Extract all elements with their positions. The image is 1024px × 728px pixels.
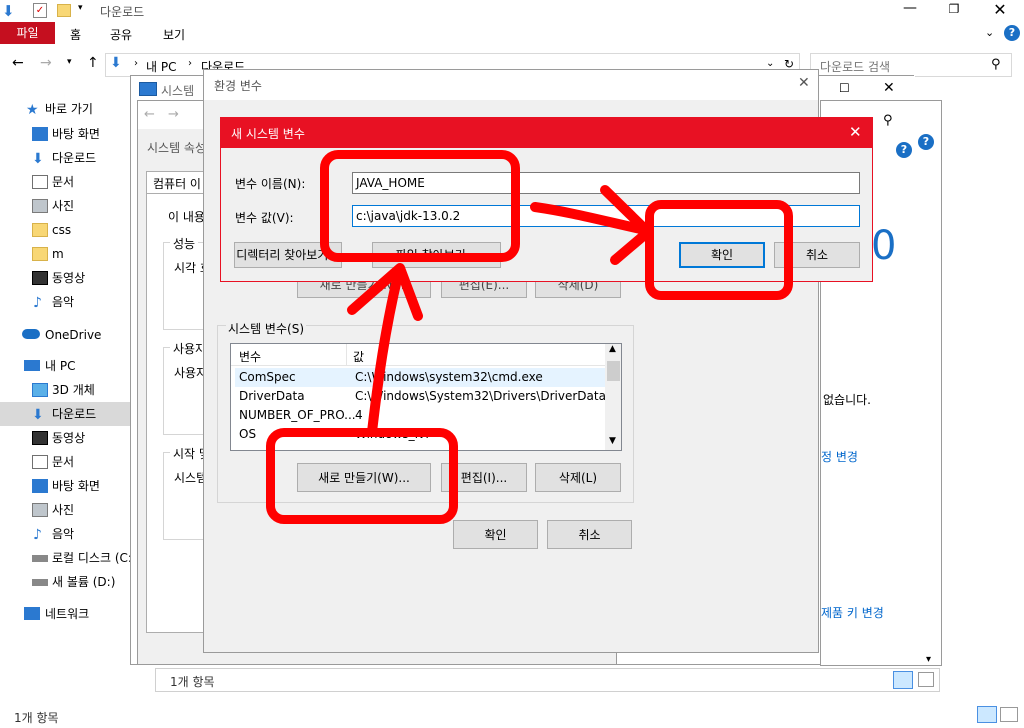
- annotation-arrows: [347, 185, 653, 437]
- annotation-arrow-up: [367, 270, 403, 437]
- annotation-arrow-up-head: [347, 263, 423, 321]
